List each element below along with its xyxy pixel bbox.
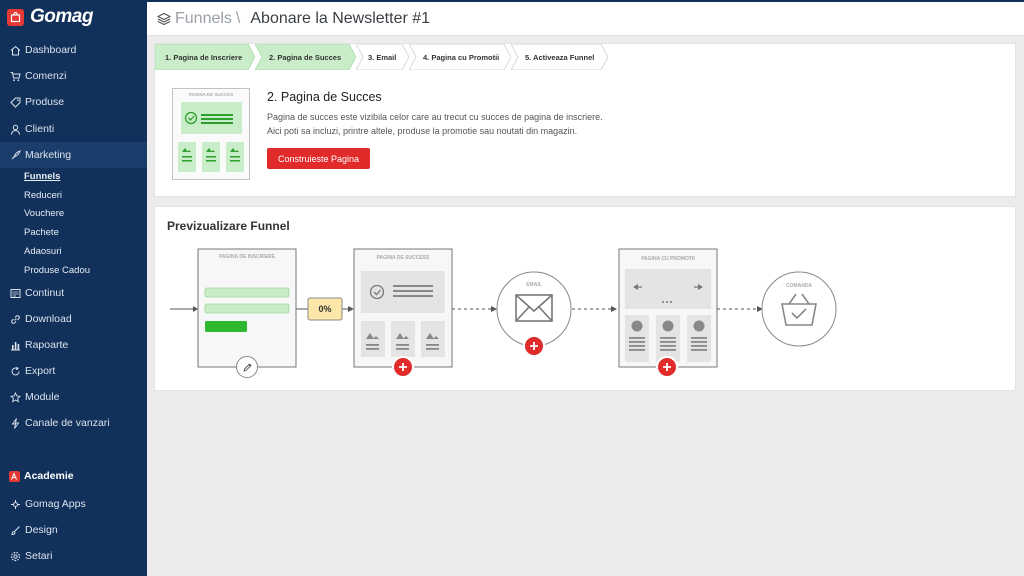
sidebar-item-label: Continut [25, 287, 65, 299]
sidebar-item-label: Rapoarte [25, 339, 69, 351]
brand-name: Gomag [30, 6, 93, 27]
cart-icon [9, 70, 21, 82]
bolt-icon [9, 417, 21, 429]
node-signup-page [197, 248, 297, 368]
sidebar-item-marketing[interactable]: Marketing [0, 142, 147, 168]
gear-icon [9, 550, 21, 562]
academie-icon [9, 470, 20, 482]
success-node-label: PAGINA DE SUCCESS [376, 255, 430, 261]
sidebar-item-label: Produse [25, 96, 65, 108]
sidebar-subitem-pachete[interactable]: Pachete [24, 227, 59, 238]
step-description: Pagina de succes este vizibila celor car… [267, 110, 603, 138]
layers-icon [157, 12, 171, 26]
conversion-rate: 0% [318, 304, 332, 314]
rocket-icon [9, 149, 21, 161]
add-email-button[interactable] [523, 335, 545, 357]
sidebar-subitem-adaosuri[interactable]: Adaosuri [24, 246, 62, 257]
sidebar-item-label: Comenzi [25, 70, 67, 82]
edit-signup-button[interactable] [236, 356, 258, 378]
sidebar-item-label: Download [25, 313, 72, 325]
order-node-label: COMANDA [785, 283, 813, 289]
apps-icon [9, 498, 21, 510]
sidebar-item-gomag-apps[interactable]: Gomag Apps [0, 491, 147, 517]
add-promo-element-button[interactable] [656, 356, 678, 378]
step-description-line: Aici poti sa incluzi, printre altele, pr… [267, 126, 578, 136]
step-description-line: Pagina de succes este vizibila celor car… [267, 112, 603, 122]
step-pagina-succes[interactable]: 2. Pagina de Succes [255, 44, 356, 70]
sidebar-item-academie[interactable]: Academie [0, 463, 147, 489]
sidebar-subitem-funnels[interactable]: Funnels [24, 171, 60, 182]
step-activeaza-funnel[interactable]: 5. Activeaza Funnel [511, 44, 608, 70]
plus-icon [398, 362, 408, 372]
brand-logo[interactable]: Gomag [7, 6, 93, 28]
success-page-thumbnail: PAGINA DE SUCCES [172, 88, 250, 180]
header-bar: Funnels \ Abonare la Newsletter #1 [147, 0, 1024, 36]
sidebar-subitem-reduceri[interactable]: Reduceri [24, 190, 62, 201]
brush-icon [9, 524, 21, 536]
star-icon [9, 391, 21, 403]
sidebar: Gomag Dashboard Comenzi Produse Clienti … [0, 0, 147, 576]
breadcrumb-section[interactable]: Funnels [175, 10, 232, 28]
promo-node-label: PAGINA CU PROMOTII [641, 256, 695, 262]
sidebar-subitem-produse-cadou[interactable]: Produse Cadou [24, 265, 90, 276]
tag-icon [9, 96, 21, 108]
plus-icon [529, 341, 539, 351]
signup-node-label: PAGINA DE INSCRIERE [219, 254, 275, 260]
content-icon [9, 287, 21, 299]
sidebar-item-label: Dashboard [25, 44, 77, 56]
sidebar-item-comenzi[interactable]: Comenzi [0, 63, 147, 89]
sidebar-item-label: Canale de vanzari [25, 417, 110, 429]
build-page-button[interactable]: Construieste Pagina [267, 148, 370, 169]
sidebar-item-label: Marketing [25, 149, 72, 161]
sidebar-item-clienti[interactable]: Clienti [0, 116, 147, 142]
sidebar-item-setari[interactable]: Setari [0, 543, 147, 569]
page-title: Abonare la Newsletter #1 [250, 10, 431, 27]
funnel-preview-card: Previzualizare Funnel PAGINA DE INSCRIER… [154, 206, 1016, 391]
users-icon [9, 123, 21, 135]
step-pagina-promotii[interactable]: 4. Pagina cu Promotii [409, 44, 511, 70]
step-title: 2. Pagina de Succes [267, 90, 382, 104]
sidebar-item-download[interactable]: Download [0, 306, 147, 332]
step-email[interactable]: 3. Email [356, 44, 409, 70]
node-success-page [353, 248, 453, 368]
node-promo-page [618, 248, 718, 368]
breadcrumb: Funnels \ Abonare la Newsletter #1 [157, 10, 430, 28]
link-icon [9, 313, 21, 325]
logo-icon [7, 8, 24, 26]
step-pagina-inscriere[interactable]: 1. Pagina de Inscriere [155, 44, 255, 70]
pencil-icon [242, 362, 253, 373]
add-success-element-button[interactable] [392, 356, 414, 378]
sidebar-item-label: Academie [24, 470, 74, 482]
sidebar-item-design[interactable]: Design [0, 517, 147, 543]
home-icon [9, 44, 21, 56]
chart-icon [9, 339, 21, 351]
step-wizard: 1. Pagina de Inscriere 2. Pagina de Succ… [155, 44, 608, 70]
sidebar-item-module[interactable]: Module [0, 384, 147, 410]
export-icon [9, 365, 21, 377]
email-node-label: EMAIL [526, 282, 542, 288]
sidebar-item-label: Export [25, 365, 56, 377]
sidebar-item-dashboard[interactable]: Dashboard [0, 37, 147, 63]
plus-icon [662, 362, 672, 372]
sidebar-item-label: Gomag Apps [25, 498, 86, 510]
sidebar-item-label: Module [25, 391, 60, 403]
sidebar-item-rapoarte[interactable]: Rapoarte [0, 332, 147, 358]
sidebar-item-export[interactable]: Export [0, 358, 147, 384]
sidebar-item-produse[interactable]: Produse [0, 89, 147, 115]
sidebar-item-continut[interactable]: Continut [0, 280, 147, 306]
sidebar-subitem-vouchere[interactable]: Vouchere [24, 208, 64, 219]
sidebar-item-label: Setari [25, 550, 53, 562]
sidebar-item-label: Clienti [25, 123, 55, 135]
breadcrumb-separator: \ [235, 10, 241, 27]
sidebar-item-label: Design [25, 524, 58, 536]
sidebar-item-canale[interactable]: Canale de vanzari [0, 410, 147, 436]
